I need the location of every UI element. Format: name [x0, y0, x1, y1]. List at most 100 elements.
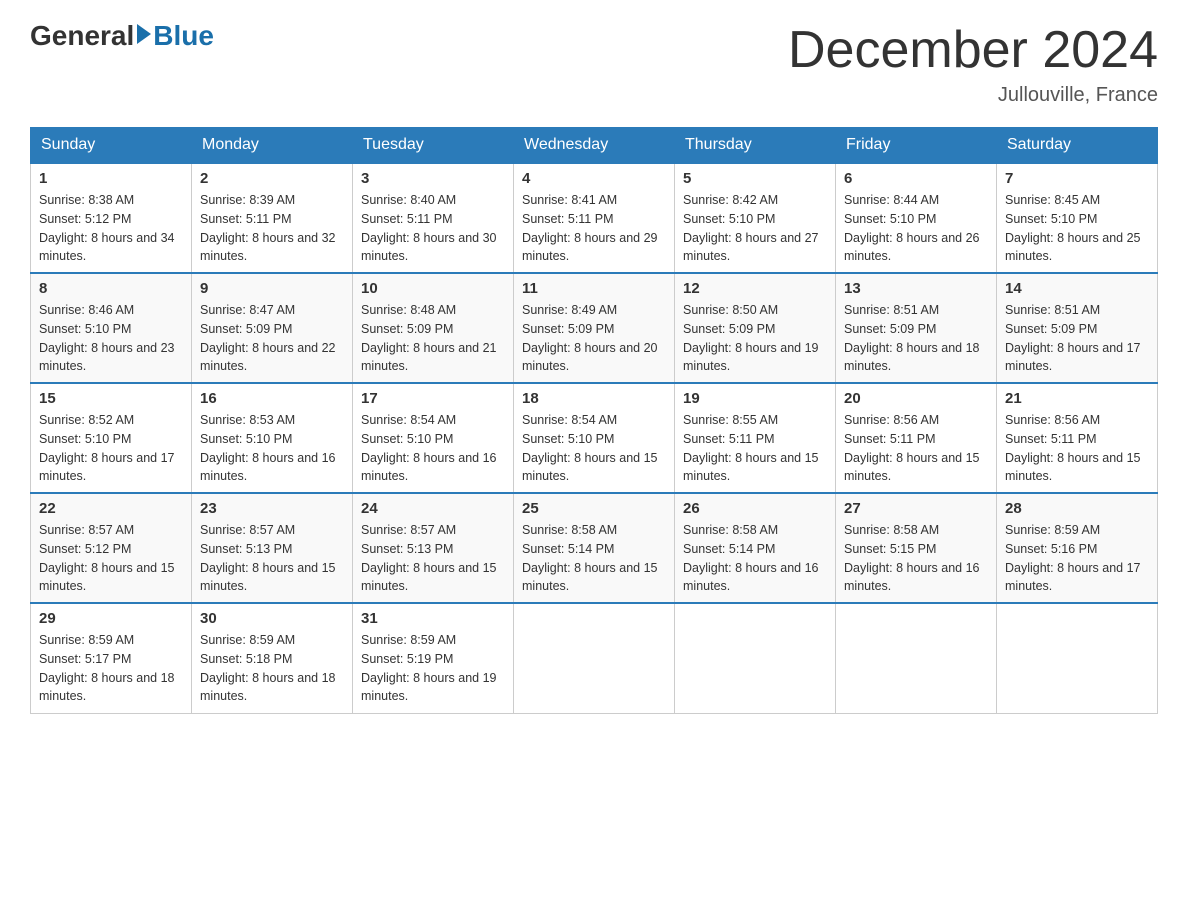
calendar-cell — [514, 603, 675, 713]
day-number: 8 — [39, 280, 183, 297]
logo-general-text: General — [30, 20, 134, 52]
calendar-header-wednesday: Wednesday — [514, 128, 675, 164]
calendar-cell: 17 Sunrise: 8:54 AMSunset: 5:10 PMDaylig… — [353, 383, 514, 493]
day-info: Sunrise: 8:59 AMSunset: 5:17 PMDaylight:… — [39, 633, 175, 703]
day-info: Sunrise: 8:40 AMSunset: 5:11 PMDaylight:… — [361, 193, 497, 263]
day-info: Sunrise: 8:59 AMSunset: 5:19 PMDaylight:… — [361, 633, 497, 703]
day-number: 29 — [39, 610, 183, 627]
calendar-cell: 4 Sunrise: 8:41 AMSunset: 5:11 PMDayligh… — [514, 163, 675, 273]
day-number: 23 — [200, 500, 344, 517]
logo: General Blue — [30, 20, 214, 52]
day-info: Sunrise: 8:46 AMSunset: 5:10 PMDaylight:… — [39, 303, 175, 373]
day-info: Sunrise: 8:55 AMSunset: 5:11 PMDaylight:… — [683, 413, 819, 483]
day-info: Sunrise: 8:54 AMSunset: 5:10 PMDaylight:… — [361, 413, 497, 483]
calendar-cell: 25 Sunrise: 8:58 AMSunset: 5:14 PMDaylig… — [514, 493, 675, 603]
calendar-cell: 5 Sunrise: 8:42 AMSunset: 5:10 PMDayligh… — [675, 163, 836, 273]
day-number: 16 — [200, 390, 344, 407]
day-info: Sunrise: 8:56 AMSunset: 5:11 PMDaylight:… — [1005, 413, 1141, 483]
calendar-week-row: 29 Sunrise: 8:59 AMSunset: 5:17 PMDaylig… — [31, 603, 1158, 713]
day-info: Sunrise: 8:42 AMSunset: 5:10 PMDaylight:… — [683, 193, 819, 263]
calendar-cell — [675, 603, 836, 713]
day-number: 3 — [361, 170, 505, 187]
calendar-cell: 19 Sunrise: 8:55 AMSunset: 5:11 PMDaylig… — [675, 383, 836, 493]
calendar-cell: 30 Sunrise: 8:59 AMSunset: 5:18 PMDaylig… — [192, 603, 353, 713]
calendar-cell: 26 Sunrise: 8:58 AMSunset: 5:14 PMDaylig… — [675, 493, 836, 603]
day-info: Sunrise: 8:52 AMSunset: 5:10 PMDaylight:… — [39, 413, 175, 483]
day-number: 24 — [361, 500, 505, 517]
day-info: Sunrise: 8:51 AMSunset: 5:09 PMDaylight:… — [844, 303, 980, 373]
calendar-cell: 1 Sunrise: 8:38 AMSunset: 5:12 PMDayligh… — [31, 163, 192, 273]
calendar-cell — [997, 603, 1158, 713]
calendar-cell: 6 Sunrise: 8:44 AMSunset: 5:10 PMDayligh… — [836, 163, 997, 273]
day-info: Sunrise: 8:45 AMSunset: 5:10 PMDaylight:… — [1005, 193, 1141, 263]
day-info: Sunrise: 8:59 AMSunset: 5:16 PMDaylight:… — [1005, 523, 1141, 593]
calendar-cell: 21 Sunrise: 8:56 AMSunset: 5:11 PMDaylig… — [997, 383, 1158, 493]
calendar-cell — [836, 603, 997, 713]
day-number: 25 — [522, 500, 666, 517]
day-info: Sunrise: 8:50 AMSunset: 5:09 PMDaylight:… — [683, 303, 819, 373]
logo-area: General Blue — [30, 20, 214, 52]
day-info: Sunrise: 8:38 AMSunset: 5:12 PMDaylight:… — [39, 193, 175, 263]
subtitle: Jullouville, France — [788, 84, 1158, 107]
day-info: Sunrise: 8:44 AMSunset: 5:10 PMDaylight:… — [844, 193, 980, 263]
calendar-week-row: 8 Sunrise: 8:46 AMSunset: 5:10 PMDayligh… — [31, 273, 1158, 383]
day-number: 12 — [683, 280, 827, 297]
day-number: 9 — [200, 280, 344, 297]
calendar-header-row: SundayMondayTuesdayWednesdayThursdayFrid… — [31, 128, 1158, 164]
day-number: 17 — [361, 390, 505, 407]
day-number: 6 — [844, 170, 988, 187]
calendar-header-friday: Friday — [836, 128, 997, 164]
day-info: Sunrise: 8:59 AMSunset: 5:18 PMDaylight:… — [200, 633, 336, 703]
day-info: Sunrise: 8:54 AMSunset: 5:10 PMDaylight:… — [522, 413, 658, 483]
day-info: Sunrise: 8:58 AMSunset: 5:14 PMDaylight:… — [522, 523, 658, 593]
day-number: 28 — [1005, 500, 1149, 517]
calendar-cell: 7 Sunrise: 8:45 AMSunset: 5:10 PMDayligh… — [997, 163, 1158, 273]
day-info: Sunrise: 8:51 AMSunset: 5:09 PMDaylight:… — [1005, 303, 1141, 373]
calendar-cell: 12 Sunrise: 8:50 AMSunset: 5:09 PMDaylig… — [675, 273, 836, 383]
calendar-cell: 8 Sunrise: 8:46 AMSunset: 5:10 PMDayligh… — [31, 273, 192, 383]
calendar-cell: 18 Sunrise: 8:54 AMSunset: 5:10 PMDaylig… — [514, 383, 675, 493]
calendar-week-row: 15 Sunrise: 8:52 AMSunset: 5:10 PMDaylig… — [31, 383, 1158, 493]
logo-arrow-icon — [137, 24, 151, 44]
day-number: 19 — [683, 390, 827, 407]
day-number: 31 — [361, 610, 505, 627]
calendar-cell: 10 Sunrise: 8:48 AMSunset: 5:09 PMDaylig… — [353, 273, 514, 383]
calendar-cell: 27 Sunrise: 8:58 AMSunset: 5:15 PMDaylig… — [836, 493, 997, 603]
day-info: Sunrise: 8:57 AMSunset: 5:13 PMDaylight:… — [200, 523, 336, 593]
calendar-cell: 9 Sunrise: 8:47 AMSunset: 5:09 PMDayligh… — [192, 273, 353, 383]
calendar-header-saturday: Saturday — [997, 128, 1158, 164]
calendar-cell: 3 Sunrise: 8:40 AMSunset: 5:11 PMDayligh… — [353, 163, 514, 273]
day-number: 5 — [683, 170, 827, 187]
day-info: Sunrise: 8:48 AMSunset: 5:09 PMDaylight:… — [361, 303, 497, 373]
day-number: 30 — [200, 610, 344, 627]
day-info: Sunrise: 8:57 AMSunset: 5:12 PMDaylight:… — [39, 523, 175, 593]
calendar-cell: 31 Sunrise: 8:59 AMSunset: 5:19 PMDaylig… — [353, 603, 514, 713]
day-number: 4 — [522, 170, 666, 187]
day-info: Sunrise: 8:39 AMSunset: 5:11 PMDaylight:… — [200, 193, 336, 263]
calendar-cell: 20 Sunrise: 8:56 AMSunset: 5:11 PMDaylig… — [836, 383, 997, 493]
calendar-cell: 22 Sunrise: 8:57 AMSunset: 5:12 PMDaylig… — [31, 493, 192, 603]
day-number: 10 — [361, 280, 505, 297]
calendar-cell: 2 Sunrise: 8:39 AMSunset: 5:11 PMDayligh… — [192, 163, 353, 273]
day-number: 7 — [1005, 170, 1149, 187]
day-info: Sunrise: 8:47 AMSunset: 5:09 PMDaylight:… — [200, 303, 336, 373]
day-info: Sunrise: 8:57 AMSunset: 5:13 PMDaylight:… — [361, 523, 497, 593]
calendar-cell: 14 Sunrise: 8:51 AMSunset: 5:09 PMDaylig… — [997, 273, 1158, 383]
calendar-header-tuesday: Tuesday — [353, 128, 514, 164]
calendar-cell: 28 Sunrise: 8:59 AMSunset: 5:16 PMDaylig… — [997, 493, 1158, 603]
header: General Blue December 2024 Jullouville, … — [30, 20, 1158, 107]
page-title: December 2024 — [788, 20, 1158, 80]
day-number: 1 — [39, 170, 183, 187]
calendar-header-monday: Monday — [192, 128, 353, 164]
logo-blue-text: Blue — [153, 20, 214, 52]
title-area: December 2024 Jullouville, France — [788, 20, 1158, 107]
calendar-table: SundayMondayTuesdayWednesdayThursdayFrid… — [30, 127, 1158, 714]
day-info: Sunrise: 8:56 AMSunset: 5:11 PMDaylight:… — [844, 413, 980, 483]
day-info: Sunrise: 8:58 AMSunset: 5:15 PMDaylight:… — [844, 523, 980, 593]
calendar-week-row: 22 Sunrise: 8:57 AMSunset: 5:12 PMDaylig… — [31, 493, 1158, 603]
day-number: 20 — [844, 390, 988, 407]
calendar-cell: 15 Sunrise: 8:52 AMSunset: 5:10 PMDaylig… — [31, 383, 192, 493]
day-info: Sunrise: 8:53 AMSunset: 5:10 PMDaylight:… — [200, 413, 336, 483]
day-number: 22 — [39, 500, 183, 517]
calendar-cell: 24 Sunrise: 8:57 AMSunset: 5:13 PMDaylig… — [353, 493, 514, 603]
